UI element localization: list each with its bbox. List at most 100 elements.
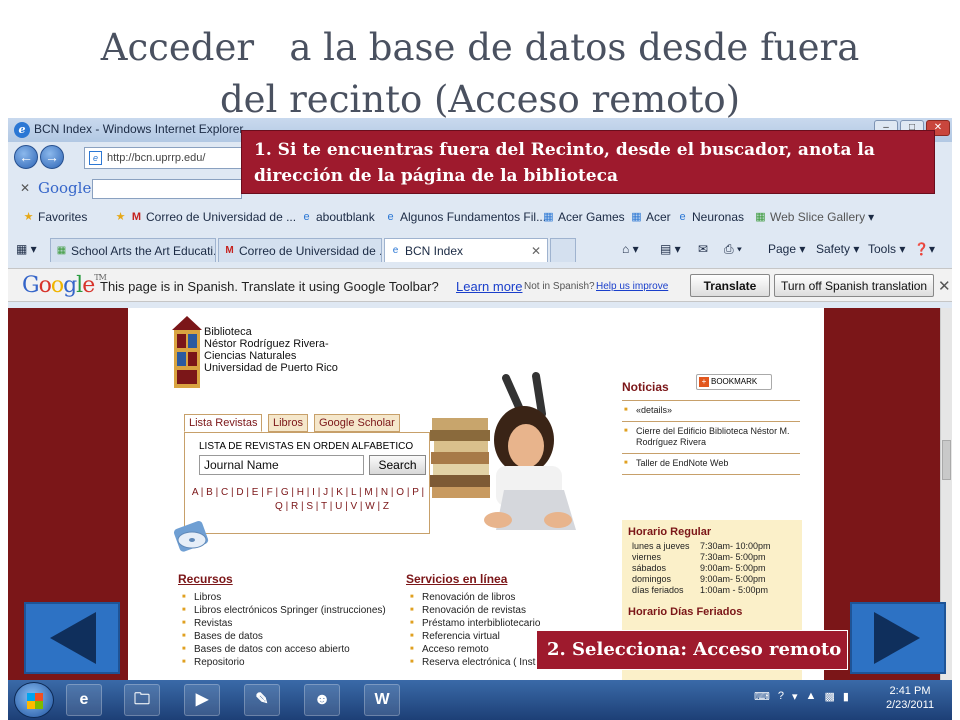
network-icon[interactable]: ▩	[824, 690, 834, 703]
favorite-item[interactable]: e aboutblank	[300, 210, 374, 224]
file-explorer-icon[interactable]: 🗀	[124, 684, 160, 716]
bookmark-button[interactable]: + BOOKMARK	[696, 374, 772, 390]
servicios-item[interactable]: Renovación de revistas	[406, 604, 584, 617]
servicios-title: Servicios en línea	[406, 572, 508, 586]
tab-google-scholar[interactable]: Google Scholar	[314, 414, 400, 432]
search-button[interactable]: Search	[369, 455, 426, 475]
media-player-icon[interactable]: ▶	[184, 684, 220, 716]
recursos-item[interactable]: Bases de datos con acceso abierto	[178, 643, 386, 656]
slice-icon: ▦	[755, 210, 766, 223]
google-logo: GoogleTM	[22, 273, 107, 298]
recursos-item[interactable]: Bases de datos	[178, 630, 386, 643]
google-search-input[interactable]	[92, 179, 242, 199]
horario-row: sábados 9:00am- 5:00pm	[632, 563, 766, 573]
favorite-item[interactable]: ▦ Acer	[630, 210, 670, 224]
safety-menu[interactable]: Safety ▾	[816, 242, 859, 256]
help-improve-link[interactable]: Help us improve	[596, 281, 668, 292]
turn-off-translation-button[interactable]: Turn off Spanish translation	[774, 274, 935, 297]
previous-slide-button[interactable]	[24, 602, 120, 674]
tab-school-arts[interactable]: ▦ School Arts the Art Educati...	[50, 238, 216, 262]
help-tray-icon[interactable]: ?	[778, 690, 784, 703]
word-icon[interactable]: W	[364, 684, 400, 716]
close-toolbar-icon[interactable]: ✕	[20, 181, 30, 195]
mail-icon[interactable]: ✉	[698, 242, 708, 256]
favorite-item[interactable]: e Neuronas	[676, 210, 744, 224]
back-button[interactable]: ←	[14, 145, 38, 169]
signal-icon[interactable]: ▮	[843, 690, 849, 703]
add-favorite-icon: ★	[115, 210, 126, 223]
new-tab-button[interactable]	[550, 238, 576, 262]
horario-row: domingos 9:00am- 5:00pm	[632, 574, 766, 584]
clock-date: 2/23/2011	[885, 699, 935, 711]
news-item[interactable]: «details»	[622, 405, 800, 416]
tab-libros[interactable]: Libros	[268, 414, 308, 432]
right-arrow-icon	[874, 612, 920, 664]
servicios-item[interactable]: Préstamo interbibliotecario	[406, 617, 584, 630]
horario-row: días feriados 1:00am - 5:00pm	[632, 585, 769, 595]
favorite-item[interactable]: ★ M Correo de Universidad de ...	[114, 210, 297, 224]
print-icon[interactable]: ⎙ ▾	[724, 242, 742, 257]
keyboard-icon[interactable]: ⌨	[754, 690, 770, 703]
favorite-item[interactable]: e Algunos Fundamentos Fil...	[384, 210, 546, 224]
tab-bcn-index[interactable]: e BCN Index ✕	[384, 238, 548, 262]
tab-correo[interactable]: M Correo de Universidad de ...	[218, 238, 382, 262]
address-bar[interactable]: e http://bcn.uprrp.edu/	[84, 147, 244, 169]
messenger-icon[interactable]: ☻	[304, 684, 340, 716]
windows-logo-icon	[27, 693, 43, 709]
recursos-item[interactable]: Repositorio	[178, 656, 386, 669]
student-with-laptop-image	[430, 372, 576, 530]
favorite-item[interactable]: ▦ Web Slice Gallery ▾	[754, 210, 874, 224]
journal-name-input[interactable]: Journal Name	[199, 455, 364, 475]
horario-feriados-title: Horario Días Feriados	[628, 606, 743, 618]
taskbar-clock[interactable]: 2:41 PM 2/23/2011	[880, 684, 940, 712]
page-icon: e	[387, 210, 394, 223]
tab-bar: ▦ ▾ ▦ School Arts the Art Educati... M Cor…	[8, 234, 952, 264]
alphabet-links[interactable]: A | B | C | D | E | F | G | H | I | J | …	[185, 487, 431, 498]
gmail-icon: M	[225, 245, 234, 256]
alphabet-links[interactable]: Q | R | S | T | U | V | W | Z	[209, 501, 455, 512]
chevron-down-icon[interactable]: ▾	[792, 690, 798, 703]
tab-lista-revistas[interactable]: Lista Revistas	[184, 414, 263, 432]
help-icon[interactable]: ❓▾	[914, 242, 935, 256]
page-icon: e	[679, 210, 686, 223]
slide-title: Acceder a la base de datos desde fuera d…	[0, 22, 960, 126]
internet-explorer-icon[interactable]: e	[66, 684, 102, 716]
recursos-section: Recursos Libros Libros electrónicos Spri…	[178, 572, 386, 669]
learn-more-link[interactable]: Learn more	[456, 279, 522, 294]
news-item[interactable]: Cierre del Edificio Biblioteca Néstor M.…	[622, 426, 800, 448]
start-button[interactable]	[14, 682, 54, 718]
page-icon: e	[303, 210, 310, 223]
page-icon: e	[392, 245, 399, 256]
slide-title-line1: Acceder a la base de datos desde fuera	[100, 26, 860, 69]
page-icon: ▦	[543, 210, 554, 223]
favorite-item[interactable]: ▦ Acer Games	[542, 210, 624, 224]
forward-button[interactable]: →	[40, 145, 64, 169]
feeds-icon[interactable]: ▤ ▾	[660, 242, 681, 256]
ie-icon: e	[14, 122, 30, 138]
home-icon[interactable]: ⌂ ▾	[622, 242, 639, 256]
recursos-item[interactable]: Libros	[178, 591, 386, 604]
recursos-item[interactable]: Libros electrónicos Springer (instruccio…	[178, 604, 386, 617]
paint-icon[interactable]: ✎	[244, 684, 280, 716]
servicios-item[interactable]: Renovación de libros	[406, 591, 584, 604]
search-label: LISTA DE REVISTAS EN ORDEN ALFABETICO	[199, 441, 414, 452]
recursos-item[interactable]: Revistas	[178, 617, 386, 630]
address-text: http://bcn.uprrp.edu/	[107, 152, 206, 164]
library-logo	[172, 316, 202, 388]
quick-tabs-icon[interactable]: ▦ ▾	[16, 242, 37, 256]
plus-icon: +	[699, 377, 709, 387]
google-toolbar-logo: Google	[38, 179, 92, 197]
next-slide-button[interactable]	[850, 602, 946, 674]
translate-bar: GoogleTM This page is in Spanish. Transl…	[8, 268, 952, 302]
close-icon[interactable]: ✕	[938, 277, 951, 295]
news-item[interactable]: Taller de EndNote Web	[622, 458, 800, 469]
tools-menu[interactable]: Tools ▾	[868, 242, 905, 256]
chevron-down-icon: ▾	[868, 210, 875, 224]
show-hidden-icons[interactable]: ▲	[806, 690, 817, 703]
step2-callout: 2. Selecciona: Acceso remoto	[536, 630, 848, 670]
translate-button[interactable]: Translate	[690, 274, 770, 297]
close-tab-icon[interactable]: ✕	[531, 244, 541, 258]
page-content: Biblioteca Néstor Rodríguez Rivera- Cien…	[8, 308, 952, 680]
favorites-button[interactable]: ★ Favorites	[22, 210, 88, 224]
page-menu[interactable]: Page ▾	[768, 242, 805, 256]
